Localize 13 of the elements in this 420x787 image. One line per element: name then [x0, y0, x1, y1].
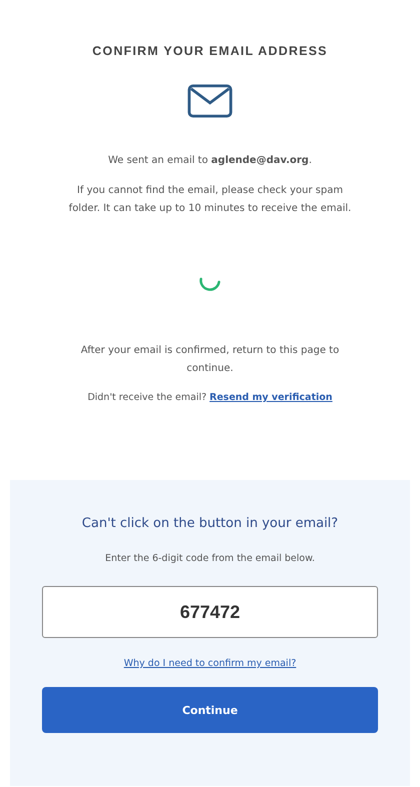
envelope-icon	[187, 84, 233, 118]
after-text: After your email is confirmed, return to this page to continue.	[80, 344, 340, 376]
resend-prompt: Didn't receive the email?	[88, 392, 207, 403]
resend-link[interactable]: Resend my verification	[210, 392, 332, 403]
page-title: CONFIRM YOUR EMAIL ADDRESS	[92, 44, 328, 58]
sent-message: We sent an email to aglende@dav.org.	[108, 154, 312, 168]
instruction-text: Enter the 6-digit code from the email below.	[105, 553, 315, 564]
continue-button[interactable]: Continue	[42, 687, 378, 733]
code-input-field[interactable]: 677472	[42, 586, 378, 638]
spinner-icon	[198, 276, 222, 292]
help-text: If you cannot find the email, please check your spam folder. It can take up to 10 minutes to receive the email.	[68, 184, 352, 216]
panel-heading: Can't click on the button in your email?	[82, 516, 338, 531]
why-link[interactable]: Why do I need to confirm my email?	[124, 658, 296, 669]
